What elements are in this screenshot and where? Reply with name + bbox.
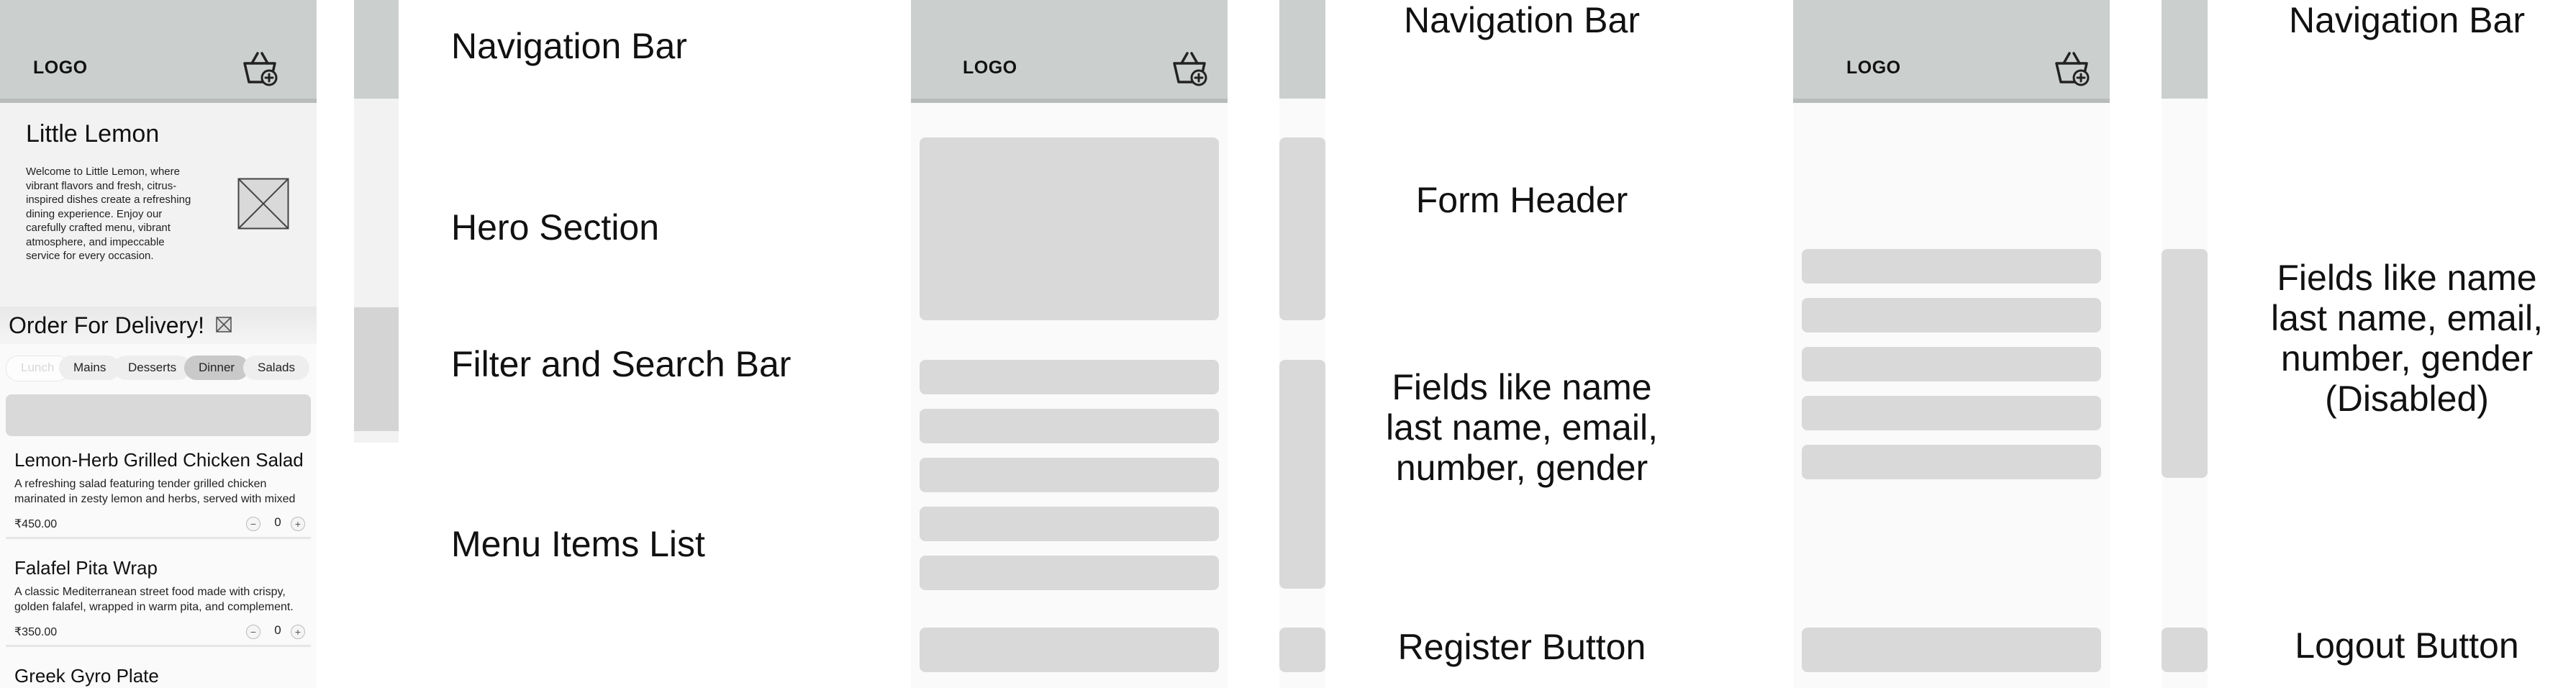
- menu-item-description: A classic Mediterranean street food made…: [14, 586, 286, 598]
- section-strip-nav: [2162, 0, 2208, 99]
- section-strip-nav: [354, 0, 399, 99]
- decrement-button[interactable]: −: [246, 517, 260, 531]
- increment-button[interactable]: +: [291, 517, 305, 531]
- annotation-fields: last name, email,: [1386, 407, 1658, 448]
- quantity-value: 0: [274, 623, 281, 637]
- menu-item-price: ₹350.00: [14, 626, 58, 638]
- filter-desserts[interactable]: Desserts: [114, 356, 191, 380]
- image-placeholder-icon: [216, 317, 232, 332]
- navigation-bar: LOGO: [1793, 0, 2110, 103]
- logo[interactable]: LOGO: [963, 58, 1017, 78]
- order-header: Order For Delivery!: [0, 307, 317, 344]
- section-strip-footer: [354, 431, 399, 443]
- profile-screen: LOGO: [1793, 0, 2110, 688]
- phone-number-field[interactable]: [920, 507, 1219, 541]
- home-screen: LOGO Little Lemon Welcome to Little Lemo…: [0, 0, 317, 688]
- annotation-fields: number, gender: [1395, 448, 1648, 488]
- annotation-fields: Fields like name: [1392, 367, 1652, 407]
- section-strip-filter: [354, 307, 399, 431]
- phone-number-field-disabled: [1802, 396, 2101, 430]
- shopping-basket-plus-icon[interactable]: [1170, 50, 1209, 86]
- annotation-logout-button: Logout Button: [2295, 625, 2519, 666]
- menu-item-title[interactable]: Falafel Pita Wrap: [14, 557, 158, 579]
- last-name-field-disabled: [1802, 298, 2101, 332]
- first-name-field[interactable]: [920, 360, 1219, 394]
- menu-item-price: ₹450.00: [14, 518, 58, 530]
- item-divider: [6, 645, 311, 647]
- annotation-navigation-bar: Navigation Bar: [2289, 0, 2525, 40]
- filter-salads[interactable]: Salads: [243, 356, 309, 380]
- register-screen: LOGO: [911, 0, 1228, 688]
- annotation-menu-items-list: Menu Items List: [451, 524, 705, 564]
- form-header-placeholder: [920, 137, 1219, 320]
- shopping-basket-plus-icon[interactable]: [2052, 50, 2091, 86]
- annotation-filter-search-bar: Filter and Search Bar: [451, 344, 792, 384]
- annotation-fields-disabled: (Disabled): [2325, 379, 2489, 419]
- image-placeholder-icon: [237, 178, 289, 230]
- category-filter-bar: Lunch Mains Desserts Dinner Salads: [0, 356, 317, 381]
- hero-section: Little Lemon Welcome to Little Lemon, wh…: [0, 103, 317, 307]
- annotation-fields-disabled: last name, email,: [2271, 298, 2543, 338]
- section-strip-register: [1279, 628, 1325, 672]
- item-divider: [6, 537, 311, 539]
- register-button[interactable]: [920, 628, 1219, 672]
- shopping-basket-plus-icon[interactable]: [240, 50, 279, 86]
- section-strip-fields: [2162, 249, 2208, 478]
- last-name-field[interactable]: [920, 409, 1219, 443]
- annotation-fields-disabled: Fields like name: [2277, 258, 2537, 298]
- gender-field-disabled: [1802, 445, 2101, 479]
- navigation-bar: LOGO: [0, 0, 317, 103]
- logo[interactable]: LOGO: [33, 58, 88, 78]
- filter-mains[interactable]: Mains: [59, 356, 121, 380]
- email-field[interactable]: [920, 458, 1219, 492]
- annotation-register-button: Register Button: [1397, 627, 1646, 667]
- first-name-field-disabled: [1802, 249, 2101, 284]
- order-title: Order For Delivery!: [9, 312, 205, 338]
- hero-description: Welcome to Little Lemon, where vibrant f…: [26, 166, 191, 262]
- increment-button[interactable]: +: [291, 625, 305, 639]
- annotation-fields-disabled: number, gender: [2280, 338, 2534, 379]
- logout-button[interactable]: [1802, 628, 2101, 672]
- quantity-stepper: − 0 +: [246, 515, 311, 533]
- menu-item-description: marinated in zesty lemon and herbs, serv…: [14, 493, 296, 505]
- email-field-disabled: [1802, 347, 2101, 381]
- filter-dinner[interactable]: Dinner: [184, 356, 250, 380]
- section-strip-hero: [354, 99, 399, 307]
- section-strip-logout: [2162, 628, 2208, 672]
- gender-field[interactable]: [920, 556, 1219, 590]
- menu-item-description: golden falafel, wrapped in warm pita, an…: [14, 601, 294, 613]
- annotation-navigation-bar: Navigation Bar: [1404, 0, 1640, 40]
- annotation-hero-section: Hero Section: [451, 207, 660, 248]
- annotation-form-header: Form Header: [1415, 180, 1628, 220]
- menu-item-title[interactable]: Greek Gyro Plate: [14, 665, 159, 687]
- hero-title: Little Lemon: [26, 120, 160, 148]
- decrement-button[interactable]: −: [246, 625, 260, 639]
- section-strip-form-header: [1279, 137, 1325, 320]
- search-input[interactable]: [6, 394, 311, 436]
- menu-item-description: A refreshing salad featuring tender gril…: [14, 478, 267, 490]
- menu-item-title[interactable]: Lemon-Herb Grilled Chicken Salad: [14, 449, 304, 471]
- quantity-stepper: − 0 +: [246, 623, 311, 641]
- navigation-bar: LOGO: [911, 0, 1228, 103]
- section-strip-nav: [1279, 0, 1325, 99]
- quantity-value: 0: [274, 515, 281, 529]
- section-strip-fields: [1279, 360, 1325, 589]
- logo[interactable]: LOGO: [1846, 58, 1901, 78]
- annotation-navigation-bar: Navigation Bar: [451, 26, 687, 66]
